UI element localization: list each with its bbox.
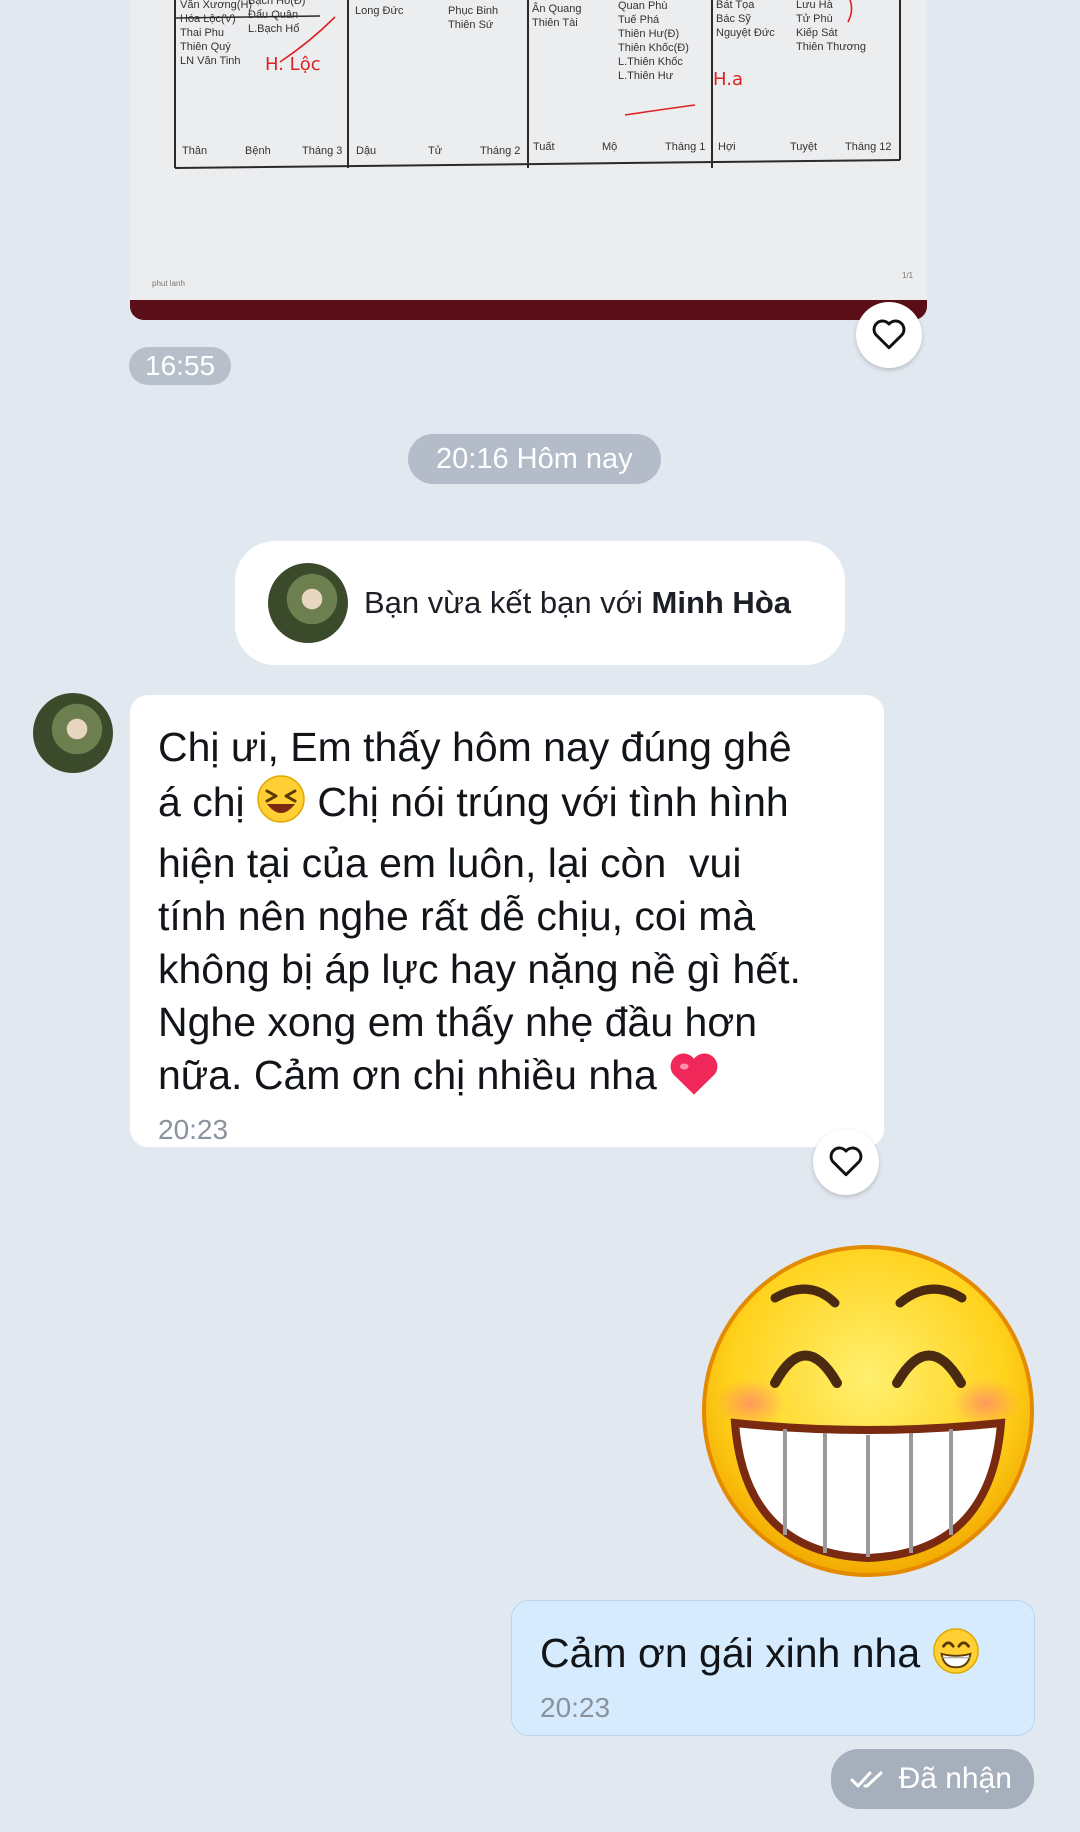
- heart-emoji: [668, 1049, 720, 1110]
- react-heart-button-image[interactable]: [856, 302, 922, 368]
- doc-cell-text: Ân Quang: [532, 2, 582, 15]
- doc-cell-text: Thiên Thương: [796, 41, 866, 53]
- grinning-emoji: [932, 1627, 980, 1686]
- doc-cell-text: Thiên Hư(Đ): [618, 28, 679, 40]
- image-message[interactable]: Văn Xương(H) Hóa Lộc(V) Thai Phu Thiên Quý L…: [130, 0, 927, 320]
- date-separator: 20:16 Hôm nay: [408, 434, 661, 484]
- grinning-squint-emoji: [256, 774, 306, 837]
- doc-cell-text: LN Văn Tinh: [180, 55, 241, 67]
- big-grin-sticker[interactable]: [700, 1243, 1036, 1579]
- doc-cell-text: Bác Sỹ: [716, 13, 751, 25]
- doc-footer-text: Tháng 1: [665, 141, 705, 153]
- doc-cell-text: Thai Phu: [180, 27, 224, 39]
- outgoing-message-text: Cảm ơn gái xinh nha: [540, 1627, 1008, 1686]
- doc-cell-text: Nguyệt Đức: [716, 27, 775, 39]
- doc-cell-text: Thiên Sứ: [448, 19, 494, 31]
- doc-cell-text: Thiên Khốc(Đ): [618, 42, 689, 54]
- doc-cell-text: Kiếp Sát: [796, 27, 838, 39]
- doc-footer-text: Tuất: [533, 141, 555, 153]
- incoming-message-text: Chị ưi, Em thấy hôm nay đúng ghê á chị C…: [158, 721, 858, 1110]
- doc-cell-text: Hóa Lộc(V): [180, 13, 236, 25]
- incoming-message-bubble[interactable]: Chị ưi, Em thấy hôm nay đúng ghê á chị C…: [130, 695, 884, 1147]
- doc-footer-text: Tháng 12: [845, 141, 891, 153]
- doc-cell-text: Đẩu Quân: [248, 9, 298, 21]
- doc-cell-text: Thiên Quý: [180, 41, 231, 53]
- doc-cell-text: Văn Xương(H): [180, 0, 252, 11]
- doc-cell-text: L.Bạch Hổ: [248, 23, 299, 35]
- doc-footer-text: Mộ: [602, 141, 617, 153]
- doc-cell-text: Long Đức: [355, 5, 404, 17]
- outgoing-message-bubble[interactable]: Cảm ơn gái xinh nha 20:23: [511, 1600, 1035, 1736]
- doc-cell-text: Phục Binh: [448, 5, 498, 17]
- doc-footer-text: Tháng 2: [480, 145, 520, 157]
- double-check-icon: [849, 1767, 889, 1791]
- doc-footer-text: Bệnh: [245, 145, 271, 157]
- react-heart-button-message[interactable]: [813, 1129, 879, 1195]
- heart-outline-icon: [827, 1143, 865, 1182]
- doc-cell-text: Bạch Hổ(Đ): [248, 0, 305, 7]
- friend-name[interactable]: Minh Hòa: [652, 585, 792, 620]
- doc-footer-text: Thân: [182, 145, 207, 157]
- doc-footer-text: Dậu: [356, 145, 376, 157]
- doc-cell-text: Tuế Phá: [618, 14, 660, 26]
- doc-footer-text: Tháng 3: [302, 145, 342, 157]
- svg-text:phut lanh: phut lanh: [152, 279, 185, 288]
- friend-notice-label: Bạn vừa kết bạn với: [364, 585, 652, 620]
- delivery-status: Đã nhận: [830, 1749, 1034, 1809]
- doc-cell-text: Bát Tọa: [716, 0, 755, 11]
- doc-cell-text: L.Thiên Hư: [618, 70, 674, 82]
- avatar[interactable]: [268, 563, 348, 643]
- message-text-part: Cảm ơn gái xinh nha: [540, 1630, 932, 1676]
- doc-footer-text: Hợi: [718, 141, 736, 153]
- handwritten-note-2: H.a: [713, 69, 743, 90]
- sender-avatar[interactable]: [33, 693, 113, 773]
- doc-cell-text: Thiên Tài: [532, 17, 578, 29]
- doc-cell-text: Lưu Hà: [796, 0, 834, 11]
- doc-footer-text: Tuyệt: [790, 141, 817, 153]
- outgoing-message-time: 20:23: [540, 1692, 611, 1723]
- status-text: Đã nhận: [898, 1762, 1012, 1795]
- incoming-message-time: 20:23: [158, 1114, 229, 1145]
- friend-added-notice: Bạn vừa kết bạn với Minh Hòa: [235, 541, 845, 665]
- image-timestamp: 16:55: [129, 347, 232, 385]
- heart-outline-icon: [870, 316, 908, 355]
- svg-text:1/1: 1/1: [902, 271, 914, 280]
- handwritten-note-1: H. Lộc: [265, 54, 321, 75]
- doc-cell-text: Tử Phù: [796, 13, 833, 25]
- doc-footer-text: Tử: [428, 145, 443, 157]
- doc-cell-text: Quan Phù: [618, 0, 668, 12]
- doc-cell-text: L.Thiên Khốc: [618, 56, 683, 68]
- friend-notice-text: Bạn vừa kết bạn với Minh Hòa: [364, 585, 791, 621]
